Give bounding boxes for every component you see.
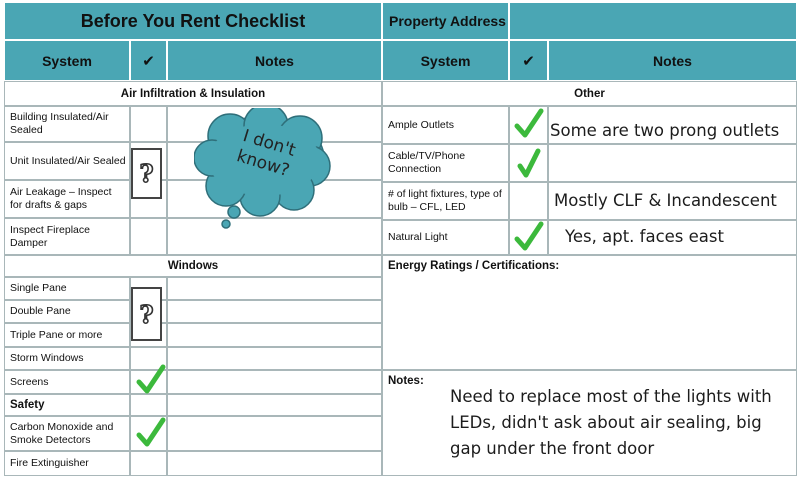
safety-check-extinguisher[interactable] — [130, 451, 167, 476]
other-note-cable[interactable] — [548, 144, 797, 182]
air-check-fireplace[interactable] — [130, 218, 167, 255]
safety-item-co-detectors: Carbon Monoxide and Smoke Detectors — [4, 416, 130, 451]
checkmark-icon — [134, 415, 168, 451]
air-item-unit: Unit Insulated/Air Sealed — [4, 142, 130, 180]
safety-note-extinguisher[interactable] — [167, 451, 382, 476]
window-note-storm[interactable] — [167, 347, 382, 370]
question-box-air: ? — [131, 148, 162, 199]
windows-section: Windows — [4, 255, 382, 277]
air-item-leakage: Air Leakage – Inspect for drafts & gaps — [4, 180, 130, 218]
air-infiltration-section: Air Infiltration & Insulation — [4, 81, 382, 106]
right-notes-header: Notes — [548, 40, 797, 81]
property-address-field[interactable] — [509, 2, 797, 40]
window-item-double: Double Pane — [4, 300, 130, 323]
air-check-building[interactable] — [130, 106, 167, 142]
window-note-triple[interactable] — [167, 323, 382, 347]
air-item-building: Building Insulated/Air Sealed — [4, 106, 130, 142]
notes-text: Need to replace most of the lights with … — [450, 387, 772, 458]
window-item-screens: Screens — [4, 370, 130, 394]
other-item-natural-light: Natural Light — [382, 220, 509, 255]
energy-ratings-field[interactable]: Energy Ratings / Certifications: — [382, 255, 797, 370]
notes-label: Notes: — [388, 375, 424, 387]
page-title: Before You Rent Checklist — [4, 2, 382, 40]
checklist-table: Before You Rent Checklist Property Addre… — [4, 2, 797, 476]
other-item-outlets: Ample Outlets — [382, 106, 509, 144]
checkmark-icon — [512, 106, 546, 142]
note-outlets-text: Some are two prong outlets — [550, 121, 780, 140]
safety-section-note — [167, 394, 382, 416]
window-item-triple: Triple Pane or more — [4, 323, 130, 347]
right-system-header: System — [382, 40, 509, 81]
question-box-windows: ? — [131, 287, 162, 341]
window-note-screens[interactable] — [167, 370, 382, 394]
checkmark-icon — [512, 219, 546, 255]
safety-item-extinguisher: Fire Extinguisher — [4, 451, 130, 476]
right-check-header: ✔ — [509, 40, 548, 81]
window-item-single: Single Pane — [4, 277, 130, 300]
question-mark-icon: ? — [139, 158, 155, 189]
window-note-double[interactable] — [167, 300, 382, 323]
window-note-single[interactable] — [167, 277, 382, 300]
left-check-header: ✔ — [130, 40, 167, 81]
left-system-header: System — [4, 40, 130, 81]
energy-ratings-label: Energy Ratings / Certifications: — [388, 260, 560, 272]
note-natural-light-text: Yes, apt. faces east — [565, 227, 724, 246]
other-check-lighting[interactable] — [509, 182, 548, 220]
window-item-storm: Storm Windows — [4, 347, 130, 370]
other-section: Other — [382, 81, 797, 106]
checkmark-icon — [134, 363, 168, 397]
checkmark-icon — [514, 145, 544, 181]
other-item-lighting: # of light fixtures, type of bulb – CFL,… — [382, 182, 509, 220]
left-notes-header: Notes — [167, 40, 382, 81]
air-item-fireplace: Inspect Fireplace Damper — [4, 218, 130, 255]
note-lighting-text: Mostly CLF & Incandescent — [554, 191, 777, 210]
safety-note-co-detectors[interactable] — [167, 416, 382, 451]
other-item-cable: Cable/TV/Phone Connection — [382, 144, 509, 182]
question-mark-icon: ? — [139, 299, 155, 330]
safety-section-check — [130, 394, 167, 416]
property-address-label: Property Address — [382, 2, 509, 40]
safety-section: Safety — [4, 394, 130, 416]
